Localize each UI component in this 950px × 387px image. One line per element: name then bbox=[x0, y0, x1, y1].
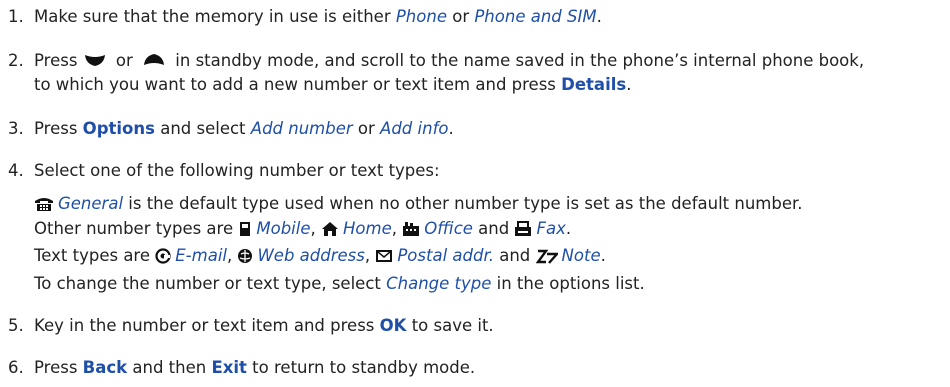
other-types-line: Other number types are Mobile, Home, Off… bbox=[34, 219, 572, 238]
step-1: 1. Make sure that the memory in use is ei… bbox=[8, 7, 602, 26]
fax-icon bbox=[515, 221, 532, 236]
type-general: General bbox=[58, 194, 124, 213]
option-add-info: Add info bbox=[380, 119, 449, 138]
postal-address-icon bbox=[376, 250, 393, 262]
general-phone-icon bbox=[35, 198, 53, 211]
step-2-continued: to which you want to add a new number or… bbox=[34, 75, 632, 94]
office-icon bbox=[403, 222, 420, 236]
details-key: Details bbox=[561, 75, 627, 94]
home-icon bbox=[322, 222, 338, 236]
type-office: Office bbox=[424, 219, 473, 238]
type-mobile: Mobile bbox=[256, 219, 311, 238]
change-type-line: To change the number or text type, selec… bbox=[34, 274, 645, 293]
step-number: 6. bbox=[8, 358, 24, 377]
step-number: 1. bbox=[8, 7, 24, 26]
back-key: Back bbox=[82, 358, 128, 377]
type-home: Home bbox=[343, 219, 392, 238]
option-change-type: Change type bbox=[386, 274, 492, 293]
type-fax: Fax bbox=[536, 219, 566, 238]
type-postal-addr: Postal addr. bbox=[397, 246, 494, 265]
scroll-up-icon bbox=[144, 54, 165, 65]
option-phone: Phone bbox=[395, 7, 447, 26]
options-key: Options bbox=[82, 119, 155, 138]
step-number: 2. bbox=[8, 51, 24, 70]
ok-key: OK bbox=[379, 316, 407, 335]
step-number: 3. bbox=[8, 119, 24, 138]
email-icon bbox=[155, 248, 171, 264]
step-4: 4. Select one of the following number or … bbox=[8, 161, 440, 180]
mobile-icon bbox=[240, 222, 251, 236]
step-3: 3. Press Options and select Add number or… bbox=[8, 119, 454, 138]
step-number: 5. bbox=[8, 316, 24, 335]
scroll-down-icon bbox=[84, 55, 105, 66]
web-address-icon bbox=[238, 249, 253, 263]
step-6: 6. Press Back and then Exit to return to … bbox=[8, 358, 476, 377]
general-type-line: General is the default type used when no… bbox=[34, 193, 803, 215]
exit-key: Exit bbox=[211, 358, 247, 377]
text-types-line: Text types are E-mail, Web address, Post… bbox=[34, 246, 606, 265]
note-icon bbox=[535, 249, 558, 264]
type-email: E-mail bbox=[175, 246, 227, 265]
step-2: 2. Press or in standby mode, and scroll t… bbox=[8, 51, 865, 70]
step-5: 5. Key in the number or text item and pre… bbox=[8, 316, 494, 335]
step-number: 4. bbox=[8, 161, 24, 180]
option-add-number: Add number bbox=[250, 119, 353, 138]
type-web-address: Web address bbox=[257, 246, 365, 265]
type-note: Note bbox=[561, 246, 601, 265]
option-phone-and-sim: Phone and SIM bbox=[474, 7, 597, 26]
